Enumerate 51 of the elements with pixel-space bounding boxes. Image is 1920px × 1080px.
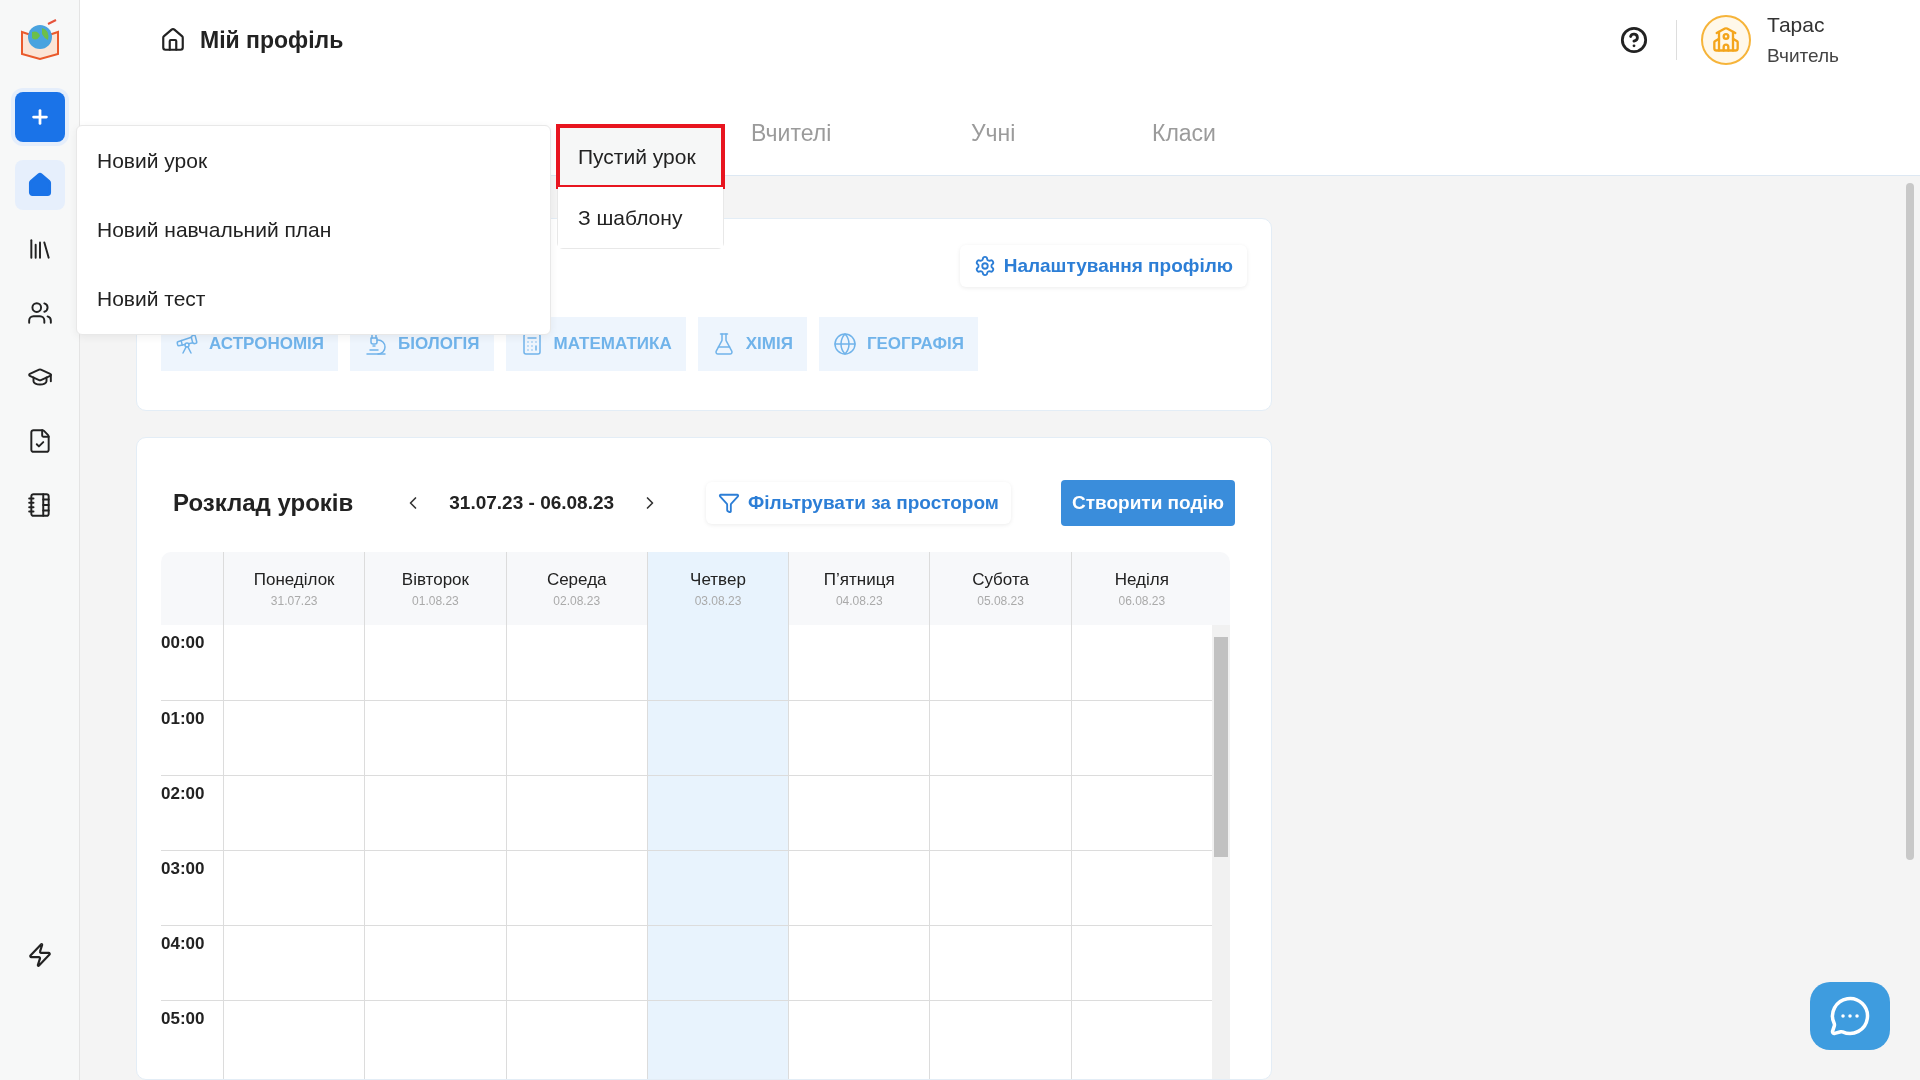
globe-icon — [832, 332, 857, 356]
day-date: 31.07.23 — [270, 593, 318, 608]
submenu-item[interactable]: Пустий урок — [558, 126, 723, 187]
day-date: 04.08.23 — [835, 593, 883, 608]
user-role: Вчитель — [1767, 45, 1839, 67]
day-name: Четвер — [690, 569, 746, 590]
user-name: Тарас — [1767, 13, 1826, 37]
subject-tag: МАТЕМАТИКА — [505, 317, 686, 371]
day-name: Понеділок — [253, 569, 335, 590]
date-range: 31.07.23 - 06.08.23 — [449, 492, 615, 514]
time-label: 00:00 — [161, 632, 206, 654]
menu-item[interactable]: Новий навчальний план — [97, 218, 530, 242]
create-event-button[interactable]: Створити подію — [1061, 480, 1235, 526]
day-name: Вівторок — [401, 569, 469, 590]
tab[interactable]: Класи — [1152, 120, 1352, 155]
tab[interactable]: Вчителі — [751, 120, 971, 155]
menu-item[interactable]: Новий урок — [97, 148, 530, 173]
schedule-title: Розклад уроків — [173, 489, 354, 517]
notebook-icon — [26, 492, 53, 518]
telescope-icon — [175, 332, 199, 356]
menu-item[interactable]: Новий тест — [97, 287, 530, 312]
day-date: 01.08.23 — [412, 593, 459, 608]
day-date: 06.08.23 — [1118, 593, 1166, 608]
users-icon — [26, 300, 53, 326]
chat-icon — [1829, 995, 1871, 1037]
help-icon[interactable] — [1620, 26, 1648, 54]
tab[interactable]: Учні — [971, 120, 1152, 155]
subject-tag: ХІМІЯ — [697, 317, 807, 371]
filter-icon — [718, 492, 741, 514]
school-icon — [1712, 26, 1740, 54]
day-date: 02.08.23 — [553, 593, 601, 608]
home-icon — [26, 172, 53, 198]
scrollbar-thumb[interactable] — [1214, 637, 1228, 857]
avatar[interactable] — [1701, 15, 1751, 65]
microscope-icon — [364, 332, 389, 356]
day-name: П’ятниця — [823, 569, 895, 590]
home-icon — [160, 27, 186, 53]
chat-button[interactable] — [1810, 982, 1890, 1050]
gear-icon — [973, 255, 996, 277]
day-date: 05.08.23 — [977, 593, 1024, 608]
day-date: 03.08.23 — [694, 593, 742, 608]
page-title: Мій профіль — [200, 26, 344, 54]
lightning-icon — [26, 942, 53, 968]
scrollbar[interactable] — [1212, 625, 1230, 1079]
page-scrollbar[interactable] — [1906, 183, 1914, 860]
day-name: Неділя — [1114, 569, 1169, 590]
day-name: Середа — [546, 569, 607, 590]
filter-button[interactable]: Фільтрувати за простором — [706, 482, 1011, 524]
day-name: Субота — [972, 569, 1029, 590]
settings-button[interactable]: Налаштування профілю — [959, 245, 1247, 287]
subject-tag: ГЕОГРАФІЯ — [818, 317, 978, 371]
